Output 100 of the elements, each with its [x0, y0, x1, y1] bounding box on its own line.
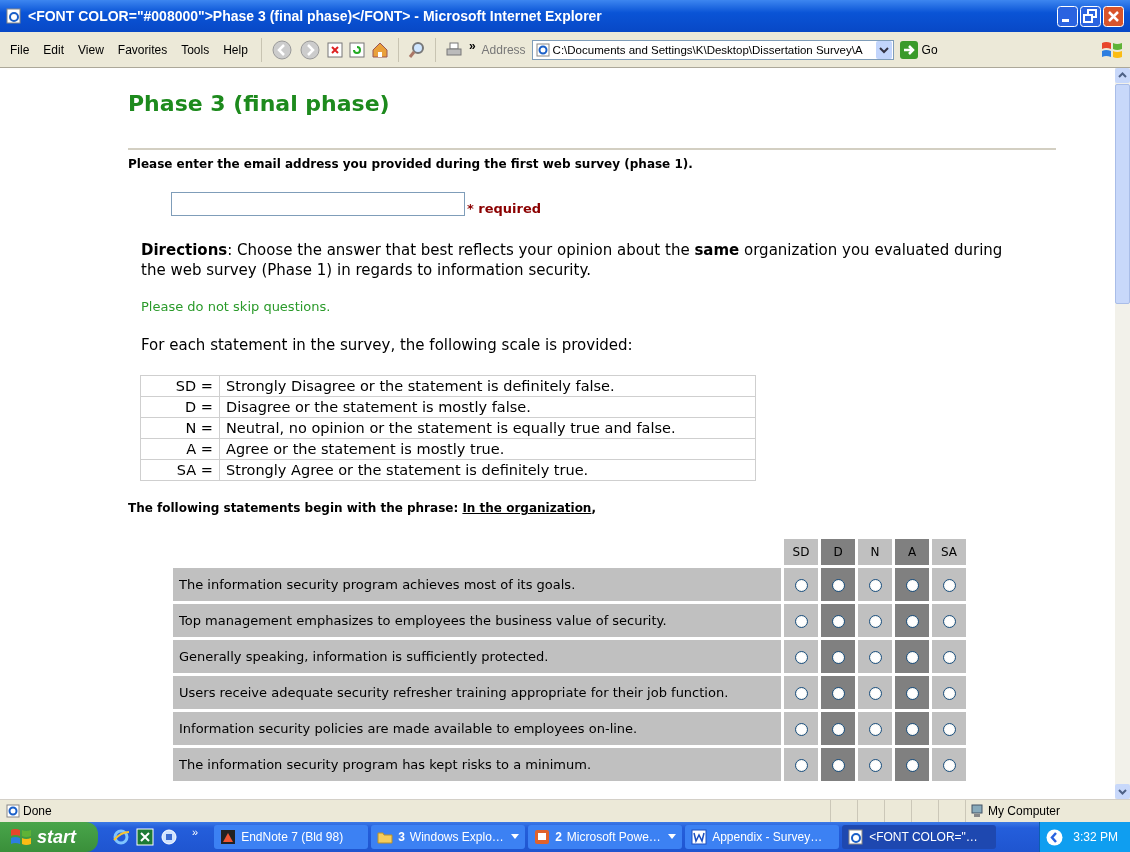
minimize-icon[interactable]	[1057, 5, 1078, 27]
scale-meaning: Agree or the statement is mostly true.	[219, 438, 756, 460]
document-icon	[691, 829, 708, 845]
close-icon[interactable]	[1103, 5, 1124, 27]
radio-button[interactable]	[868, 615, 882, 628]
ie-page-icon	[6, 8, 22, 24]
radio-button[interactable]	[868, 759, 882, 772]
address-label: Address	[481, 42, 526, 57]
windows-logo-icon	[10, 827, 32, 847]
ie-page-icon	[535, 42, 550, 57]
statement-cell: The information security program achieves most of its goals.	[173, 568, 781, 601]
ie-page-icon	[6, 804, 20, 818]
scale-meaning: Neutral, no opinion or the statement is equally true and false.	[219, 417, 756, 439]
address-text: C:\Documents and Settings\K\Desktop\Dissertation Survey\A	[552, 43, 864, 56]
radio-button[interactable]	[905, 615, 919, 628]
radio-button[interactable]	[831, 615, 845, 628]
statement-cell: Information security policies are made available to employees on-line.	[173, 712, 781, 745]
radio-button[interactable]	[794, 723, 808, 736]
menu-item[interactable]: Help	[219, 42, 252, 57]
caret-icon[interactable]	[668, 834, 677, 840]
column-header: SA	[932, 539, 966, 565]
radio-button[interactable]	[942, 579, 956, 592]
radio-button[interactable]	[905, 687, 919, 700]
radio-button[interactable]	[942, 615, 956, 628]
page-heading: Phase 3 (final phase)	[128, 90, 391, 118]
statement-cell: Top management emphasizes to employees the business value of security.	[173, 604, 781, 637]
scale-code: N =	[140, 417, 220, 439]
scroll-down-icon[interactable]	[1115, 784, 1130, 799]
radio-button[interactable]	[794, 759, 808, 772]
radio-button[interactable]	[942, 723, 956, 736]
radio-button[interactable]	[794, 687, 808, 700]
menu-item[interactable]: Tools	[177, 42, 214, 57]
column-header: D	[821, 539, 855, 565]
menu-item[interactable]: View	[74, 42, 108, 57]
radio-button[interactable]	[905, 651, 919, 664]
menu-item[interactable]: Edit	[39, 42, 69, 57]
skip-note: Please do not skip questions.	[141, 299, 332, 314]
taskbar-button[interactable]: <FONT COLOR="…	[842, 825, 997, 849]
folder-icon	[377, 829, 394, 845]
forward-icon[interactable]	[298, 38, 321, 61]
statement-cell: Generally speaking, information is sufficiently protected.	[173, 640, 781, 673]
start-button[interactable]: start	[0, 822, 98, 852]
scale-code: D =	[140, 396, 220, 418]
computer-icon	[970, 804, 984, 818]
radio-button[interactable]	[905, 723, 919, 736]
radio-button[interactable]	[868, 687, 882, 700]
phrase-intro: The following statements begin with the phrase:	[128, 501, 460, 515]
radio-button[interactable]	[868, 651, 882, 664]
menu-item[interactable]: Favorites	[113, 42, 172, 57]
stop-icon[interactable]	[326, 41, 343, 58]
taskbar-button[interactable]: EndNote 7 (Bld 98)	[214, 825, 369, 849]
email-prompt: Please enter the email address you provided during the first web survey (phase 1).	[128, 157, 694, 171]
statement-cell: Users receive adequate security refresher training appropriate for their job function.	[173, 676, 781, 709]
caret-icon[interactable]	[511, 834, 520, 840]
scale-meaning: Strongly Disagree or the statement is definitely false.	[219, 375, 756, 397]
search-icon[interactable]	[407, 40, 426, 59]
radio-button[interactable]	[831, 579, 845, 592]
radio-button[interactable]	[942, 759, 956, 772]
radio-button[interactable]	[831, 723, 845, 736]
home-icon[interactable]	[370, 40, 389, 59]
email-field[interactable]	[171, 192, 465, 216]
taskbar-button[interactable]: 2 Microsoft Powe…	[528, 825, 683, 849]
scroll-up-icon[interactable]	[1115, 68, 1130, 83]
radio-button[interactable]	[942, 687, 956, 700]
dropdown-icon[interactable]	[875, 40, 892, 59]
radio-button[interactable]	[905, 579, 919, 592]
address-field[interactable]: C:\Documents and Settings\K\Desktop\Dissertation Survey\A	[531, 39, 894, 60]
punctuation: ,	[591, 501, 596, 515]
radio-button[interactable]	[868, 723, 882, 736]
radio-button[interactable]	[831, 759, 845, 772]
spreadsheet-icon[interactable]	[136, 828, 154, 846]
radio-button[interactable]	[794, 579, 808, 592]
radio-button[interactable]	[831, 687, 845, 700]
taskbar-button[interactable]: Appendix - Survey…	[685, 825, 840, 849]
status-text: Done	[23, 804, 52, 818]
refresh-icon[interactable]	[348, 41, 365, 58]
radio-button[interactable]	[905, 759, 919, 772]
more-button[interactable]: »	[192, 826, 199, 838]
menu-item[interactable]: File	[6, 42, 34, 57]
go-button[interactable]: Go	[899, 40, 938, 59]
printer-icon[interactable]	[444, 40, 463, 59]
zone-text: My Computer	[988, 804, 1061, 818]
back-icon[interactable]	[270, 38, 293, 61]
restore-icon[interactable]	[1080, 5, 1101, 27]
radio-button[interactable]	[942, 651, 956, 664]
radio-button[interactable]	[794, 615, 808, 628]
radio-button[interactable]	[868, 579, 882, 592]
app-icon	[220, 829, 237, 845]
radio-button[interactable]	[794, 651, 808, 664]
required-note: * required	[467, 201, 542, 216]
scroll-thumb[interactable]	[1115, 84, 1130, 304]
taskbar-button[interactable]: 3 Windows Explo…	[371, 825, 526, 849]
more-button[interactable]: »	[468, 38, 476, 53]
chevron-icon[interactable]	[1046, 828, 1064, 846]
window-title: <FONT COLOR="#008000">Phase 3 (final phase)</FONT> - Microsoft Internet Explorer	[28, 8, 603, 24]
clock: 3:32 PM	[1073, 830, 1118, 844]
scale-intro: For each statement in the survey, the following scale is provided:	[141, 336, 634, 354]
radio-button[interactable]	[831, 651, 845, 664]
browser-icon[interactable]	[112, 828, 130, 846]
scale-code: SA =	[140, 459, 220, 481]
